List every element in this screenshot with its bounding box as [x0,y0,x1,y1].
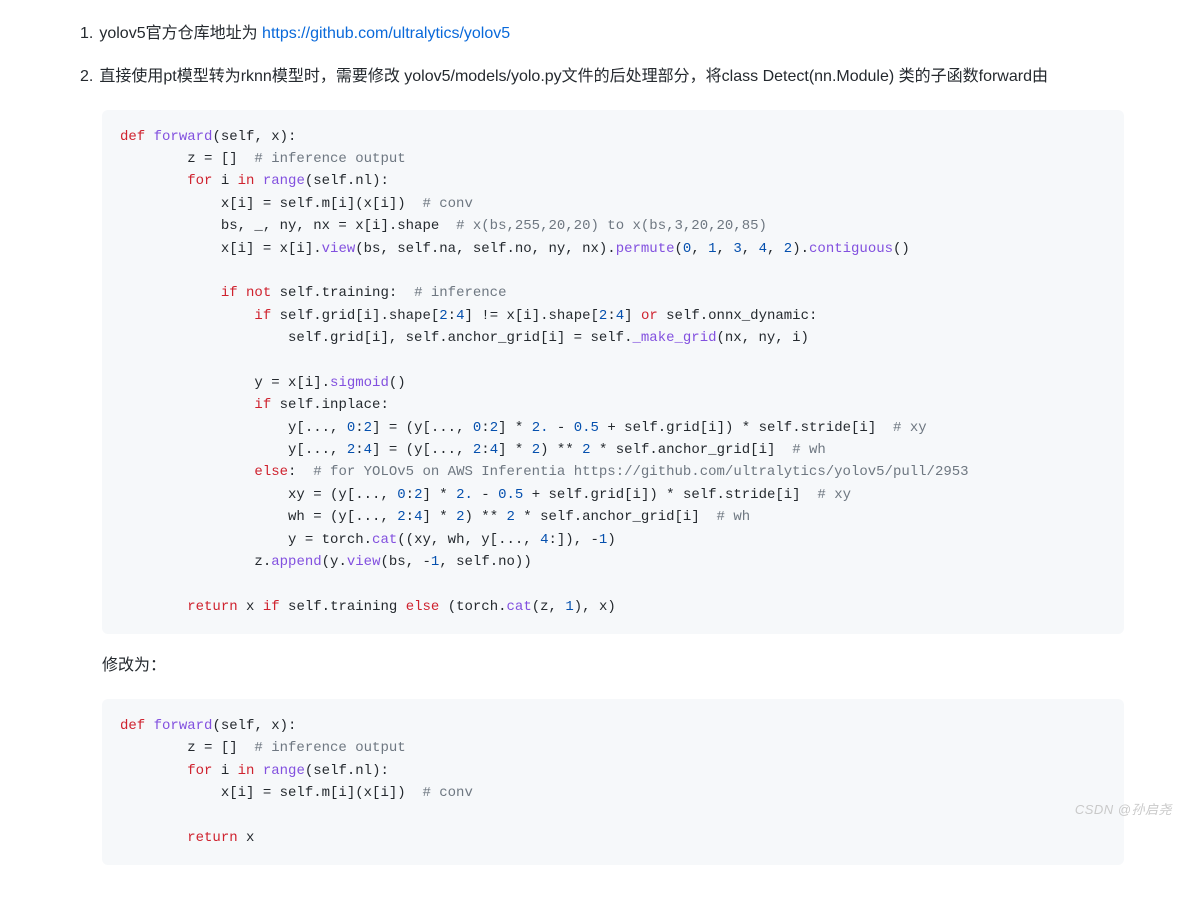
list-item-2: 2. 直接使用pt模型转为rknn模型时，需要修改 yolov5/models/y… [80,63,1124,92]
list-text: 直接使用pt模型转为rknn模型时，需要修改 yolov5/models/yol… [99,68,1048,85]
list-number: 2. [80,68,93,85]
list-item-1: 1. yolov5官方仓库地址为 https://github.com/ultra… [80,20,1124,49]
code-block-original: def forward(self, x): z = [] # inference… [102,110,1124,635]
list-number: 1. [80,25,93,42]
code-block-modified: def forward(self, x): z = [] # inference… [102,699,1124,865]
repo-link[interactable]: https://github.com/ultralytics/yolov5 [262,25,510,42]
list-text-prefix: yolov5官方仓库地址为 [99,25,262,42]
mid-text: 修改为： [102,652,1124,681]
